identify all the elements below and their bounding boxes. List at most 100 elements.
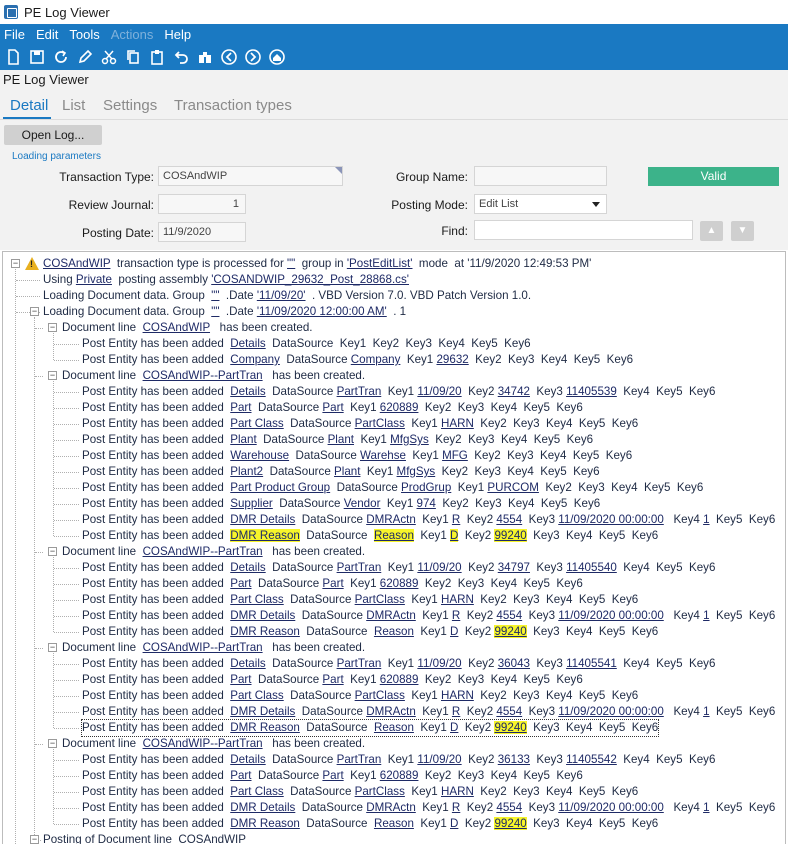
log-tree-row[interactable]: Post Entity has been added DMR Details D…: [82, 704, 775, 720]
loading-parameters-link[interactable]: Loading parameters: [12, 151, 101, 162]
collapse-toggle-icon[interactable]: −: [48, 739, 57, 748]
log-tree-row[interactable]: Loading Document data. Group "" .Date '1…: [43, 304, 406, 320]
log-link[interactable]: Company: [230, 353, 280, 366]
log-link[interactable]: Reason: [374, 625, 414, 638]
log-link[interactable]: 620889: [380, 401, 419, 414]
clear-icon[interactable]: [76, 48, 94, 66]
log-link[interactable]: Warehouse: [230, 449, 289, 462]
log-tree-row[interactable]: Post Entity has been added DMR Reason Da…: [82, 624, 658, 640]
open-log-button[interactable]: Open Log...: [4, 125, 102, 145]
menu-edit[interactable]: Edit: [36, 27, 58, 42]
log-link[interactable]: PURCOM: [487, 481, 539, 494]
log-link[interactable]: Details: [230, 337, 265, 350]
log-link[interactable]: 11/09/20: [417, 753, 461, 766]
log-link[interactable]: DMRActn: [366, 513, 416, 526]
log-link[interactable]: 620889: [380, 673, 419, 686]
log-link[interactable]: 11/09/20: [417, 561, 461, 574]
log-link[interactable]: DMRActn: [366, 801, 416, 814]
collapse-toggle-icon[interactable]: −: [48, 547, 57, 556]
log-link[interactable]: 4554: [496, 801, 522, 814]
posting-date-field[interactable]: 11/9/2020: [158, 222, 246, 242]
log-link[interactable]: 11405542: [566, 753, 617, 766]
log-tree-row[interactable]: Post Entity has been added DMR Reason Da…: [82, 528, 658, 544]
log-tree-row[interactable]: Posting of Document line COSAndWIP: [43, 832, 246, 844]
transaction-type-field[interactable]: COSAndWIP: [158, 166, 343, 186]
log-link[interactable]: Part: [322, 673, 343, 686]
log-link[interactable]: PartTran: [337, 753, 382, 766]
menu-file[interactable]: File: [4, 27, 25, 42]
log-link[interactable]: Part: [230, 673, 251, 686]
log-link[interactable]: COSAndWIP--PartTran: [143, 737, 263, 750]
log-link[interactable]: PartClass: [355, 689, 405, 702]
log-link[interactable]: MfgSys: [397, 465, 436, 478]
log-link[interactable]: Part Class: [230, 417, 283, 430]
log-root-row[interactable]: COSAndWIP transaction type is processed …: [43, 256, 591, 272]
log-link[interactable]: 11/09/2020 00:00:00: [558, 801, 664, 814]
log-tree-row[interactable]: Post Entity has been added Part DataSour…: [82, 576, 583, 592]
log-link[interactable]: Part Class: [230, 689, 283, 702]
log-link[interactable]: 11405539: [566, 385, 617, 398]
log-link[interactable]: Warehse: [360, 449, 406, 462]
log-link[interactable]: Details: [230, 657, 265, 670]
copy-icon[interactable]: [124, 48, 142, 66]
log-link[interactable]: PartTran: [337, 657, 382, 670]
log-link[interactable]: HARN: [441, 689, 474, 702]
log-link[interactable]: 4554: [496, 705, 522, 718]
log-link[interactable]: '11/09/2020 12:00:00 AM': [257, 305, 387, 318]
log-link[interactable]: DMRActn: [366, 609, 416, 622]
log-link[interactable]: 99240: [494, 529, 527, 542]
log-link[interactable]: DMRActn: [366, 705, 416, 718]
log-tree-row[interactable]: Post Entity has been added Company DataS…: [82, 352, 633, 368]
log-link[interactable]: Details: [230, 561, 265, 574]
log-link[interactable]: DMR Details: [230, 801, 295, 814]
log-tree-row[interactable]: Post Entity has been added Part Class Da…: [82, 688, 638, 704]
log-tree-row[interactable]: Post Entity has been added DMR Details D…: [82, 512, 775, 528]
log-tree-row[interactable]: Post Entity has been added Plant DataSou…: [82, 432, 593, 448]
log-tree-row[interactable]: Post Entity has been added Part Class Da…: [82, 784, 638, 800]
log-tree-row[interactable]: Post Entity has been added DMR Reason Da…: [82, 816, 658, 832]
log-tree[interactable]: COSAndWIP transaction type is processed …: [2, 251, 786, 844]
log-link[interactable]: Details: [230, 753, 265, 766]
log-tree-row[interactable]: Post Entity has been added DMR Details D…: [82, 608, 775, 624]
log-link[interactable]: Plant: [328, 433, 354, 446]
review-journal-field[interactable]: 1: [158, 194, 246, 214]
log-link[interactable]: 11405541: [566, 657, 617, 670]
log-link[interactable]: DMR Reason: [230, 721, 300, 734]
log-tree-row[interactable]: Post Entity has been added Part DataSour…: [82, 400, 583, 416]
log-link[interactable]: HARN: [441, 785, 474, 798]
log-link[interactable]: COSAndWIP--PartTran: [143, 369, 263, 382]
posting-mode-select[interactable]: Edit List: [474, 194, 607, 214]
log-link[interactable]: 99240: [494, 817, 527, 830]
log-link[interactable]: 99240: [494, 625, 527, 638]
tab-detail[interactable]: Detail: [10, 97, 48, 114]
menu-help[interactable]: Help: [164, 27, 191, 42]
log-link[interactable]: 11/09/2020 00:00:00: [558, 513, 664, 526]
collapse-toggle-icon[interactable]: −: [11, 259, 20, 268]
log-link[interactable]: DMR Details: [230, 705, 295, 718]
refresh-icon[interactable]: [52, 48, 70, 66]
log-link[interactable]: Plant: [230, 433, 256, 446]
log-tree-row[interactable]: Post Entity has been added DMR Details D…: [82, 800, 775, 816]
log-link[interactable]: Plant: [334, 465, 360, 478]
log-link[interactable]: COSAndWIP: [143, 321, 210, 334]
log-link[interactable]: MFG: [442, 449, 468, 462]
log-link[interactable]: DMR Reason: [230, 625, 300, 638]
log-link[interactable]: PartTran: [337, 385, 382, 398]
log-link[interactable]: Private: [76, 273, 112, 286]
log-tree-row[interactable]: Post Entity has been added Details DataS…: [82, 560, 715, 576]
log-link[interactable]: 'COSANDWIP_29632_Post_28868.cs': [211, 273, 409, 286]
log-link[interactable]: 974: [417, 497, 436, 510]
log-link[interactable]: Supplier: [230, 497, 273, 510]
log-tree-row[interactable]: Post Entity has been added Part Class Da…: [82, 416, 638, 432]
log-tree-row[interactable]: Document line COSAndWIP--PartTran has be…: [62, 368, 365, 384]
log-tree-row[interactable]: Post Entity has been added Details DataS…: [82, 752, 715, 768]
log-link[interactable]: Part Product Group: [230, 481, 330, 494]
log-link[interactable]: DMR Reason: [230, 529, 300, 542]
collapse-toggle-icon[interactable]: −: [48, 371, 57, 380]
log-link[interactable]: DMR Reason: [230, 817, 300, 830]
log-link[interactable]: 11/09/20: [417, 385, 461, 398]
log-link[interactable]: '11/09/20': [257, 289, 306, 302]
paste-icon[interactable]: [148, 48, 166, 66]
log-tree-row[interactable]: Document line COSAndWIP--PartTran has be…: [62, 736, 365, 752]
log-tree-row[interactable]: Post Entity has been added Part Class Da…: [82, 592, 638, 608]
